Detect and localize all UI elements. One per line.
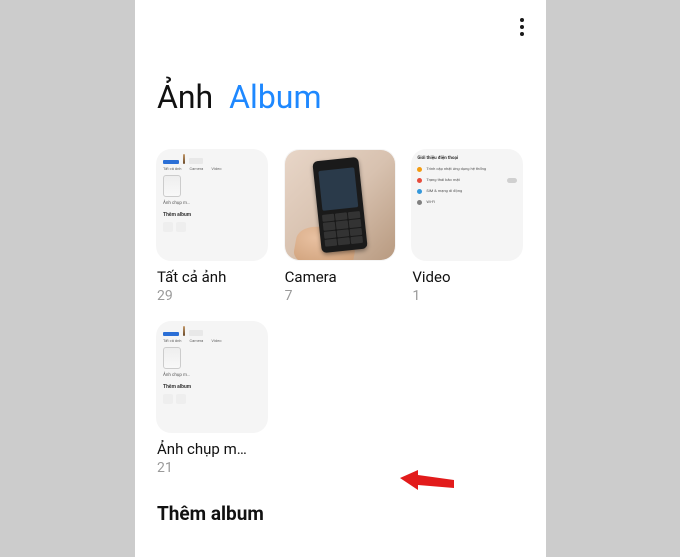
album-camera[interactable]: Camera 7	[285, 150, 397, 304]
album-count: 1	[412, 288, 524, 304]
tab-album[interactable]: Album	[229, 78, 321, 116]
album-count: 21	[157, 460, 269, 476]
album-title: Camera	[285, 268, 395, 286]
album-screenshots[interactable]: Tất cả ảnh Camera Video Ảnh chụp m… Thêm…	[157, 322, 269, 476]
album-video[interactable]: Giới thiệu điện thoại Trình cập nhật ứng…	[412, 150, 524, 304]
header-tabs: Ảnh Album	[135, 40, 546, 126]
gallery-app-screen: Ảnh Album Tất cả ảnh Camera Video Ảnh ch…	[135, 0, 546, 557]
tab-photos[interactable]: Ảnh	[157, 78, 213, 116]
album-thumbnail: Giới thiệu điện thoại Trình cập nhật ứng…	[412, 150, 522, 260]
album-count: 7	[285, 288, 397, 304]
album-grid: Tất cả ảnh Camera Video Ảnh chụp m… Thêm…	[135, 126, 546, 476]
album-title: Video	[412, 268, 522, 286]
album-thumbnail: Tất cả ảnh Camera Video Ảnh chụp m… Thêm…	[157, 150, 267, 260]
album-title: Tất cả ảnh	[157, 268, 267, 286]
album-all-photos[interactable]: Tất cả ảnh Camera Video Ảnh chụp m… Thêm…	[157, 150, 269, 304]
more-options-icon[interactable]	[516, 14, 528, 40]
add-album-heading[interactable]: Thêm album	[135, 476, 546, 525]
album-thumbnail	[285, 150, 395, 260]
album-thumbnail: Tất cả ảnh Camera Video Ảnh chụp m… Thêm…	[157, 322, 267, 432]
album-count: 29	[157, 288, 269, 304]
app-bar	[135, 0, 546, 40]
album-title: Ảnh chụp m…	[157, 440, 267, 458]
